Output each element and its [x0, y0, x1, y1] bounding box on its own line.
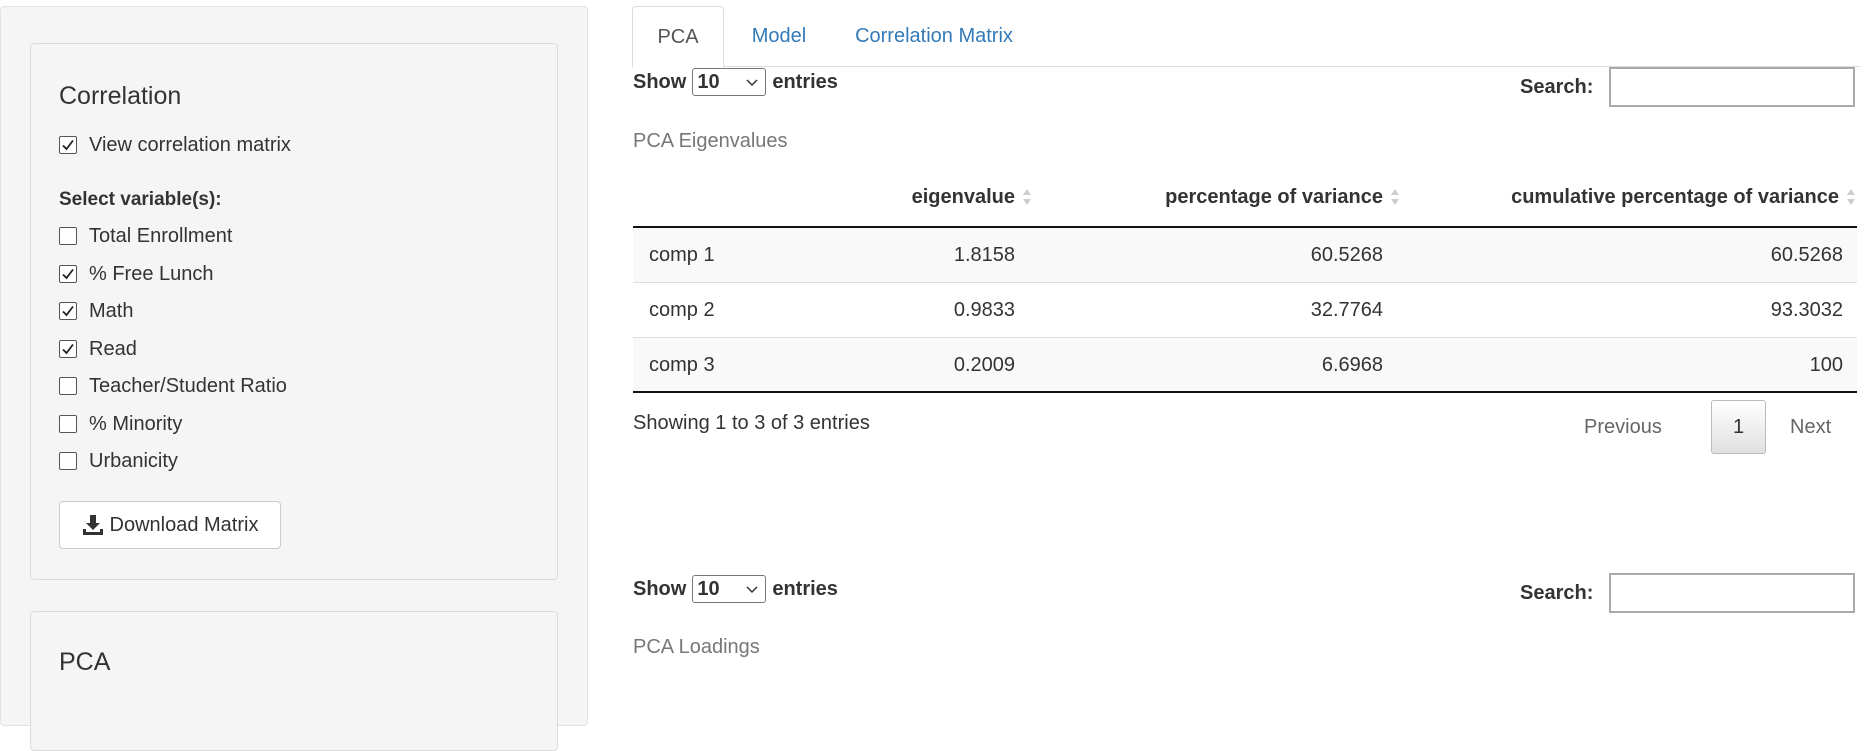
chevron-down-icon	[746, 586, 758, 594]
variable-label: Teacher/Student Ratio	[89, 374, 287, 397]
tab-bar: PCA Model Correlation Matrix	[632, 6, 1860, 68]
checkbox-checked-icon	[59, 265, 77, 283]
sort-icon	[1847, 189, 1855, 205]
tab-label: PCA	[657, 25, 699, 48]
entries-label: entries	[772, 577, 838, 600]
show-label: Show	[633, 70, 687, 93]
checkbox-unchecked-icon	[59, 227, 77, 245]
loadings-table-caption: PCA Loadings	[633, 636, 760, 658]
download-matrix-button[interactable]: Download Matrix	[59, 501, 281, 549]
correlation-panel: Correlation View correlation matrix Sele…	[30, 43, 558, 580]
eigenvalues-table: eigenvalue percentage of variance cumula…	[633, 168, 1857, 393]
correlation-title: Correlation	[59, 82, 182, 110]
tab-model[interactable]: Model	[724, 6, 834, 67]
table-header: eigenvalue percentage of variance cumula…	[633, 168, 1857, 228]
column-header-percentage-of-variance[interactable]: percentage of variance	[1033, 168, 1401, 226]
table-row: comp 1 1.8158 60.5268 60.5268	[633, 228, 1857, 283]
variable-label: Urbanicity	[89, 449, 178, 472]
column-header-label: eigenvalue	[911, 185, 1015, 208]
table-cell: comp 1	[649, 244, 715, 266]
table-row: comp 3 0.2009 6.6968 100	[633, 338, 1857, 393]
entries-select-value: 10	[697, 70, 720, 93]
download-icon	[82, 515, 103, 535]
entries-select[interactable]: 10	[692, 575, 767, 603]
table-cell: 32.7764	[1310, 299, 1383, 321]
sidebar: Correlation View correlation matrix Sele…	[0, 6, 588, 751]
sort-icon	[1391, 189, 1399, 205]
table-cell: comp 3	[649, 354, 715, 376]
pagination-next[interactable]: Next	[1790, 400, 1831, 454]
variable-checkbox-urbanicity[interactable]: Urbanicity	[59, 448, 178, 474]
sort-icon	[1023, 189, 1031, 205]
variable-label: % Free Lunch	[89, 262, 214, 285]
variable-checkbox-total-enrollment[interactable]: Total Enrollment	[59, 223, 232, 249]
column-header-label: percentage of variance	[1165, 185, 1383, 208]
select-variables-label: Select variable(s):	[59, 189, 222, 210]
loadings-length-control: Show 10 entries	[633, 574, 838, 604]
pagination-page-1[interactable]: 1	[1711, 400, 1766, 454]
pca-panel-title: PCA	[59, 648, 111, 676]
pagination-previous[interactable]: Previous	[1584, 400, 1662, 454]
table-cell: 60.5268	[1310, 244, 1383, 266]
view-correlation-matrix-label: View correlation matrix	[89, 133, 291, 156]
loadings-search-input[interactable]	[1609, 573, 1855, 613]
entries-select-value: 10	[697, 577, 720, 600]
table-cell: 1.8158	[953, 244, 1015, 266]
checkbox-unchecked-icon	[59, 377, 77, 395]
variable-checkbox-math[interactable]: Math	[59, 298, 133, 324]
variable-label: Math	[89, 299, 134, 322]
column-header-label: cumulative percentage of variance	[1511, 185, 1839, 208]
table-cell: 60.5268	[1770, 244, 1843, 266]
variable-label: Total Enrollment	[89, 224, 233, 247]
show-label: Show	[633, 577, 687, 600]
table-cell: 0.2009	[953, 354, 1015, 376]
variable-checkbox-teacher-student-ratio[interactable]: Teacher/Student Ratio	[59, 373, 287, 399]
tab-pca[interactable]: PCA	[632, 6, 724, 68]
table-cell: 100	[1809, 354, 1843, 376]
column-header-cumulative-percentage[interactable]: cumulative percentage of variance	[1401, 168, 1857, 226]
table-cell: 0.9833	[953, 299, 1015, 321]
pca-panel: PCA	[30, 611, 558, 751]
table-cell: comp 2	[649, 299, 715, 321]
checkbox-checked-icon	[59, 136, 77, 154]
variable-checkbox-free-lunch[interactable]: % Free Lunch	[59, 261, 214, 287]
search-label: Search:	[1520, 76, 1594, 98]
tab-correlation-matrix[interactable]: Correlation Matrix	[834, 6, 1034, 67]
checkbox-checked-icon	[59, 302, 77, 320]
eigen-length-control: Show 10 entries	[633, 67, 838, 97]
eigen-search-input[interactable]	[1609, 67, 1855, 107]
variable-label: % Minority	[89, 412, 183, 435]
table-cell: 6.6968	[1321, 354, 1383, 376]
entries-select[interactable]: 10	[692, 68, 767, 96]
variable-label: Read	[89, 337, 137, 360]
variable-checkbox-read[interactable]: Read	[59, 336, 137, 362]
checkbox-unchecked-icon	[59, 415, 77, 433]
search-label: Search:	[1520, 582, 1594, 604]
entries-label: entries	[772, 70, 838, 93]
column-header-eigenvalue[interactable]: eigenvalue	[753, 168, 1033, 226]
table-row: comp 2 0.9833 32.7764 93.3032	[633, 283, 1857, 338]
checkbox-checked-icon	[59, 340, 77, 358]
download-matrix-label: Download Matrix	[109, 513, 259, 536]
tab-label: Model	[751, 25, 807, 47]
table-cell: 93.3032	[1770, 299, 1843, 321]
table-info: Showing 1 to 3 of 3 entries	[633, 412, 870, 434]
eigen-table-caption: PCA Eigenvalues	[633, 130, 788, 152]
chevron-down-icon	[746, 79, 758, 87]
view-correlation-matrix-checkbox[interactable]: View correlation matrix	[59, 132, 291, 158]
tab-label: Correlation Matrix	[855, 25, 1013, 47]
checkbox-unchecked-icon	[59, 452, 77, 470]
variable-checkbox-minority[interactable]: % Minority	[59, 411, 182, 437]
